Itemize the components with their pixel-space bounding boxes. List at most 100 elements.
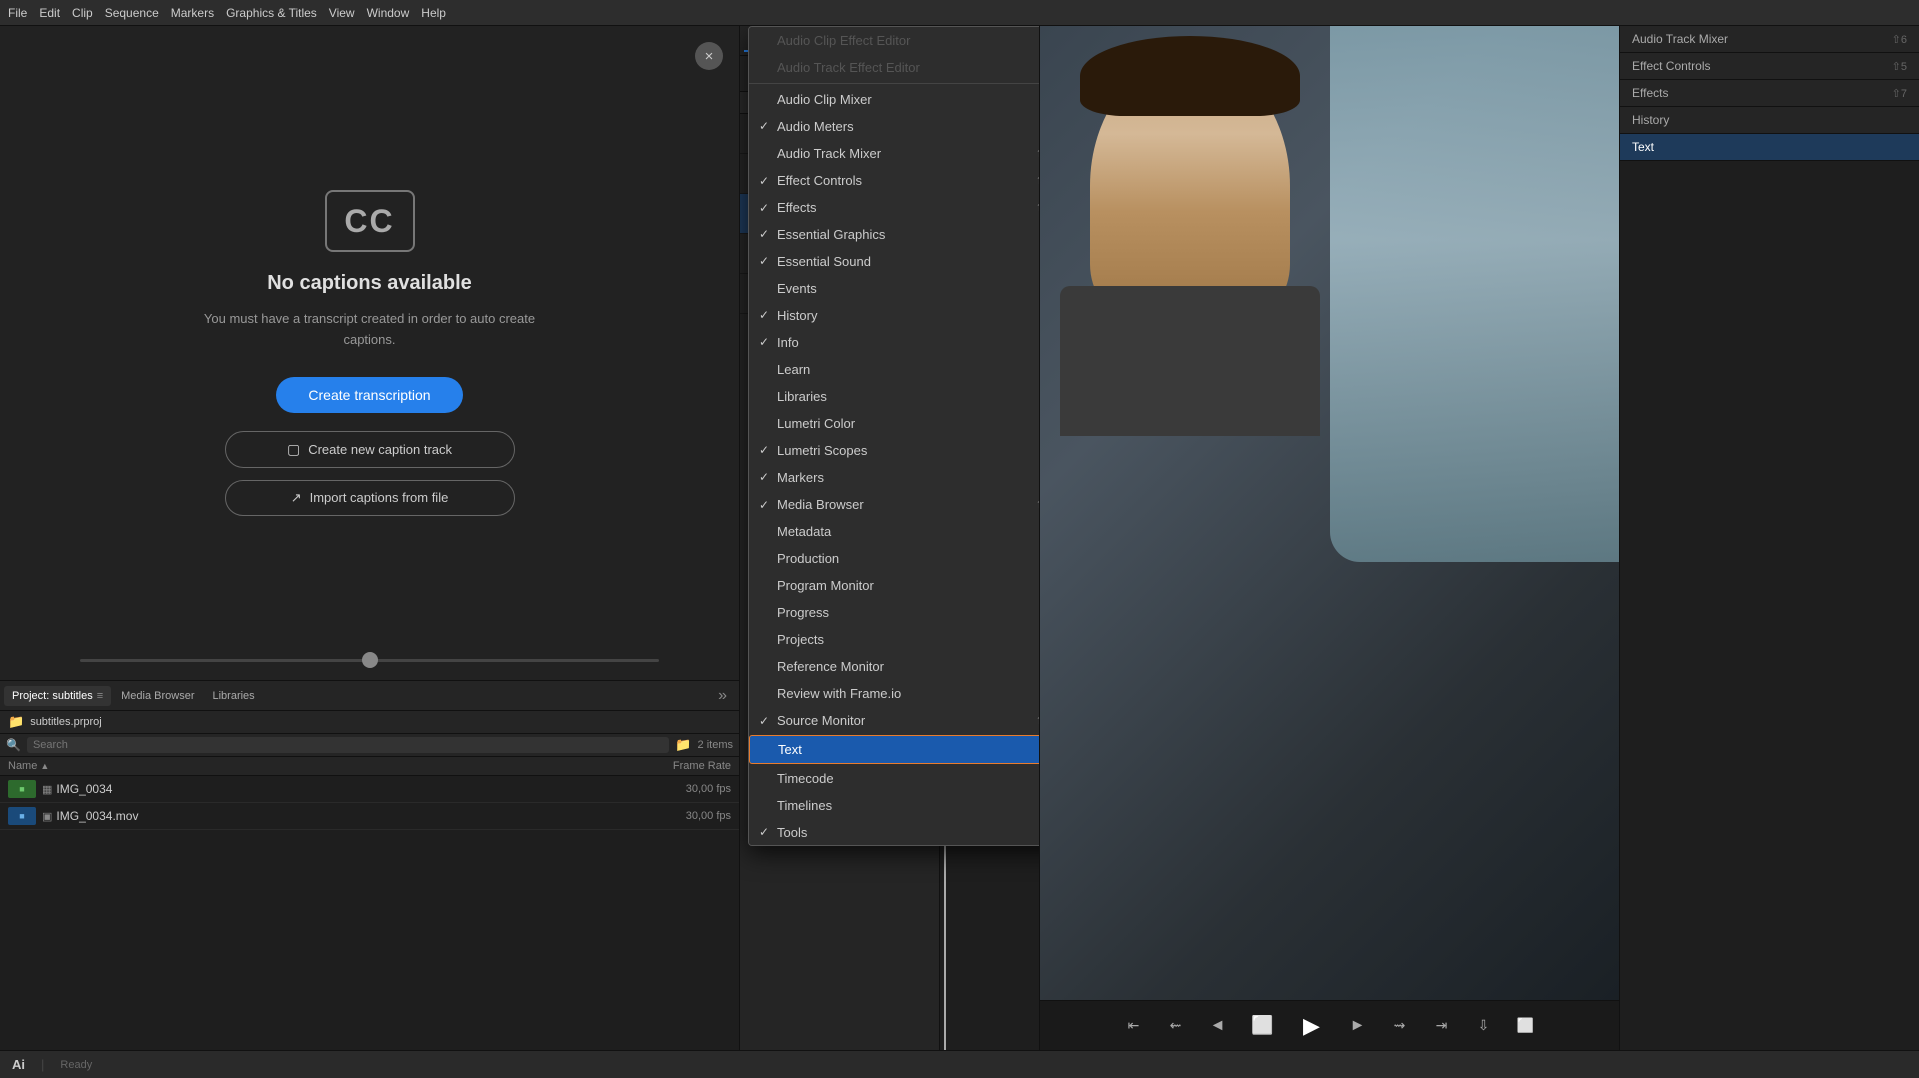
dropdown-item-effect-controls[interactable]: ✓ Effect Controls ⇧5 <box>749 167 1039 194</box>
project-item-1[interactable]: ■ ▣ IMG_0034.mov 30,00 fps <box>0 803 739 830</box>
dropdown-divider-1 <box>749 83 1039 84</box>
rp-effect-controls-label: Effect Controls <box>1632 59 1710 73</box>
video-panel: ⇤ ⇜ ◄ ⬜ ▶ ► ⇝ ⇥ ⇩ ⬜ <box>1039 26 1619 1050</box>
dropdown-item-history[interactable]: ✓ History <box>749 302 1039 329</box>
folder-icon: 📁 <box>8 714 24 730</box>
dropdown-item-effects[interactable]: ✓ Effects ⇧7 <box>749 194 1039 221</box>
dropdown-item-audio-track-effect[interactable]: Audio Track Effect Editor <box>749 54 1039 81</box>
tabs-more-button[interactable]: » <box>710 687 735 705</box>
btn-to-out[interactable]: ⇥ <box>1427 1011 1457 1041</box>
item-thumb-icon: ▣ <box>42 810 52 823</box>
import-captions-button[interactable]: ↗ Import captions from file <box>225 480 515 516</box>
dropdown-item-program-monitor[interactable]: Program Monitor ► <box>749 572 1039 599</box>
project-column-headers: Name ▲ Frame Rate <box>0 757 739 776</box>
menu-edit[interactable]: Edit <box>39 6 60 20</box>
right-panel-audio-track-mixer[interactable]: Audio Track Mixer ⇧6 <box>1620 26 1919 53</box>
dropdown-item-source-monitor[interactable]: ✓ Source Monitor ⇧2 <box>749 707 1039 734</box>
tab-project[interactable]: Project: subtitles ≡ <box>4 686 111 706</box>
btn-play[interactable]: ▶ <box>1293 1007 1331 1045</box>
dropdown-item-learn[interactable]: Learn <box>749 356 1039 383</box>
dropdown-label-20: Metadata <box>777 524 831 539</box>
dropdown-label-23: Progress <box>777 605 829 620</box>
dropdown-item-audio-meters[interactable]: ✓ Audio Meters <box>749 113 1039 140</box>
menu-graphics[interactable]: Graphics & Titles <box>226 6 317 20</box>
dropdown-label-14: Learn <box>777 362 810 377</box>
dropdown-menu[interactable]: Audio Clip Effect Editor Audio Track Eff… <box>748 26 1039 846</box>
btn-step-back[interactable]: ⇜ <box>1161 1011 1191 1041</box>
dropdown-label-13: Info <box>777 335 799 350</box>
dropdown-item-info[interactable]: ✓ Info <box>749 329 1039 356</box>
create-caption-track-label: Create new caption track <box>308 442 452 457</box>
btn-export[interactable]: ⇩ <box>1469 1011 1499 1041</box>
dropdown-label-9: Essential Graphics <box>777 227 885 242</box>
no-captions-desc: You must have a transcript created in or… <box>180 309 560 351</box>
cc-icon-text: CC <box>344 203 394 240</box>
item-icon-sequence: ■ <box>8 780 36 798</box>
menu-sequence[interactable]: Sequence <box>105 6 159 20</box>
create-caption-track-button[interactable]: ▢ Create new caption track <box>225 431 515 468</box>
dropdown-label-31: Tools <box>777 825 807 840</box>
btn-to-in[interactable]: ⇤ <box>1119 1011 1149 1041</box>
menu-clip[interactable]: Clip <box>72 6 93 20</box>
close-button[interactable]: × <box>695 42 723 70</box>
slider-thumb[interactable] <box>362 652 378 668</box>
playback-slider[interactable] <box>80 659 659 662</box>
project-search-input[interactable] <box>27 737 669 753</box>
dropdown-item-libraries[interactable]: Libraries <box>749 383 1039 410</box>
tab-project-menu[interactable]: ≡ <box>97 690 103 702</box>
menu-markers[interactable]: Markers <box>171 6 214 20</box>
create-transcription-button[interactable]: Create transcription <box>276 377 462 413</box>
dropdown-item-essential-sound[interactable]: ✓ Essential Sound <box>749 248 1039 275</box>
dropdown-item-lumetri-scopes[interactable]: ✓ Lumetri Scopes <box>749 437 1039 464</box>
check-history: ✓ <box>759 308 769 322</box>
dropdown-item-text[interactable]: Text <box>749 735 1039 764</box>
dropdown-item-review-frameio[interactable]: Review with Frame.io <box>749 680 1039 707</box>
dropdown-item-audio-track-mixer[interactable]: Audio Track Mixer ⇧6 <box>749 140 1039 167</box>
check-essential-sound: ✓ <box>759 254 769 268</box>
right-panel-text[interactable]: Text <box>1620 134 1919 161</box>
dropdown-item-media-browser[interactable]: ✓ Media Browser ⇧8 <box>749 491 1039 518</box>
dropdown-label-25: Reference Monitor <box>777 659 884 674</box>
dropdown-label-26: Review with Frame.io <box>777 686 901 701</box>
dropdown-item-events[interactable]: Events <box>749 275 1039 302</box>
dropdown-item-lumetri-color[interactable]: Lumetri Color <box>749 410 1039 437</box>
tab-media-browser[interactable]: Media Browser <box>113 686 202 706</box>
tab-libraries[interactable]: Libraries <box>204 686 262 706</box>
project-item-0[interactable]: ■ ▦ IMG_0034 30,00 fps <box>0 776 739 803</box>
dropdown-item-markers[interactable]: ✓ Markers <box>749 464 1039 491</box>
item-name-1: IMG_0034.mov <box>56 809 641 823</box>
menu-view[interactable]: View <box>329 6 355 20</box>
dropdown-label-19: Media Browser <box>777 497 864 512</box>
btn-step-fwd[interactable]: ⇝ <box>1385 1011 1415 1041</box>
new-folder-icon[interactable]: 📁 <box>675 737 691 753</box>
right-panel-effect-controls[interactable]: Effect Controls ⇧5 <box>1620 53 1919 80</box>
check-audio-meters: ✓ <box>759 119 769 133</box>
dropdown-item-timecode[interactable]: Timecode <box>749 765 1039 792</box>
dropdown-item-progress[interactable]: Progress <box>749 599 1039 626</box>
dropdown-item-essential-graphics[interactable]: ✓ Essential Graphics <box>749 221 1039 248</box>
dropdown-item-projects[interactable]: Projects ► <box>749 626 1039 653</box>
dropdown-item-production[interactable]: Production <box>749 545 1039 572</box>
btn-fullscreen[interactable]: ⬜ <box>1511 1011 1541 1041</box>
status-info: Ready <box>60 1059 92 1071</box>
right-panel-history[interactable]: History <box>1620 107 1919 134</box>
dropdown-item-tools[interactable]: ✓ Tools <box>749 819 1039 846</box>
btn-stop[interactable]: ⬜ <box>1245 1008 1281 1044</box>
dropdown-item-reference-monitor[interactable]: Reference Monitor <box>749 653 1039 680</box>
dropdown-label-8: Effects <box>777 200 817 215</box>
right-panel-effects[interactable]: Effects ⇧7 <box>1620 80 1919 107</box>
menu-help[interactable]: Help <box>421 6 446 20</box>
status-ai-badge[interactable]: Ai <box>12 1057 25 1072</box>
dropdown-item-metadata[interactable]: Metadata <box>749 518 1039 545</box>
dropdown-item-audio-clip-effect[interactable]: Audio Clip Effect Editor <box>749 27 1039 54</box>
item-name-0: IMG_0034 <box>56 782 641 796</box>
menu-file[interactable]: File <box>8 6 27 20</box>
dropdown-item-timelines[interactable]: Timelines ► <box>749 792 1039 819</box>
dropdown-label-16: Lumetri Color <box>777 416 855 431</box>
btn-prev-frame[interactable]: ◄ <box>1203 1011 1233 1041</box>
menu-window[interactable]: Window <box>367 6 410 20</box>
dropdown-item-audio-clip-mixer[interactable]: Audio Clip Mixer <box>749 86 1039 113</box>
btn-next-frame[interactable]: ► <box>1343 1011 1373 1041</box>
project-name-bar: 📁 subtitles.prproj <box>0 711 739 734</box>
check-essential-graphics: ✓ <box>759 227 769 241</box>
